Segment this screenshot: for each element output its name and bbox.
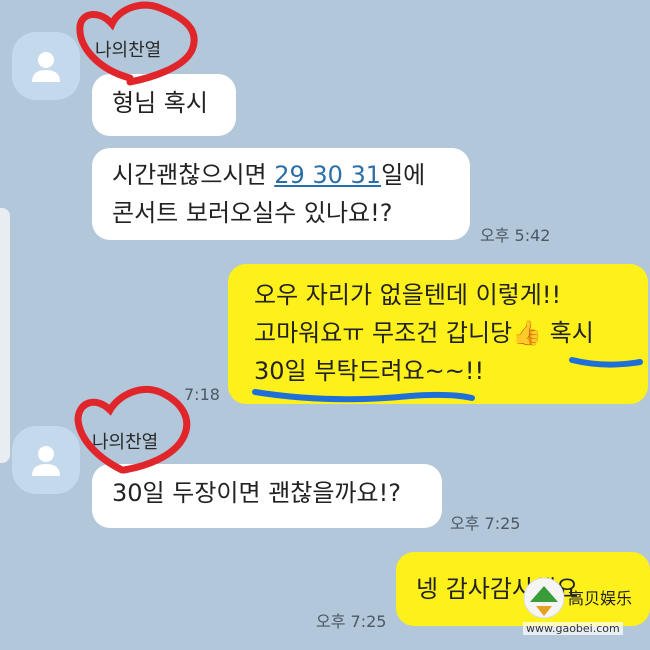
side-panel-edge: [0, 208, 10, 463]
message-bubble[interactable]: 형님 혹시: [92, 74, 236, 136]
message-bubble[interactable]: 30일 두장이면 괜찮을까요!?: [92, 464, 442, 528]
message-bubble[interactable]: 오우 자리가 없을텐데 이렇게!! 고마워요ㅠ 무조건 갑니당👍 혹시 30일 …: [228, 264, 648, 404]
sender-name: 나의찬열: [92, 432, 159, 453]
message-text: 혹시: [542, 319, 594, 347]
watermark-logo: 高贝娱乐: [523, 577, 632, 619]
message-text: 형님 혹시: [112, 89, 208, 117]
person-silhouette-icon: [32, 52, 60, 82]
sender-name: 나의찬열: [95, 40, 162, 61]
timestamp: 오후 7:25: [450, 514, 521, 533]
avatar[interactable]: [12, 426, 80, 494]
thumbs-up-icon: 👍: [512, 319, 543, 347]
timestamp: 7:18: [184, 385, 220, 404]
message-text: 콘서트 보러오실수 있나요!?: [112, 199, 393, 227]
message-text: 오우 자리가 없을텐데 이렇게!!: [254, 281, 562, 309]
avatar[interactable]: [12, 32, 80, 100]
message-text: 30일 부탁드려요~~!!: [254, 357, 485, 385]
message-text: 일에: [381, 161, 426, 189]
message-text: 시간괜찮으시면: [112, 161, 275, 189]
timestamp: 오후 7:25: [316, 612, 387, 631]
watermark-text: 高贝娱乐: [568, 589, 632, 608]
watermark-url: www.gaobei.com: [523, 622, 623, 635]
timestamp: 오후 5:42: [480, 226, 551, 245]
date-link[interactable]: 29 30 31: [274, 161, 381, 189]
person-silhouette-icon: [32, 446, 60, 476]
message-bubble[interactable]: 시간괜찮으시면 29 30 31일에 콘서트 보러오실수 있나요!?: [92, 148, 470, 240]
message-text: 30일 두장이면 괜찮을까요!?: [112, 479, 401, 507]
message-text: 고마워요ㅠ 무조건 갑니당: [254, 319, 513, 347]
